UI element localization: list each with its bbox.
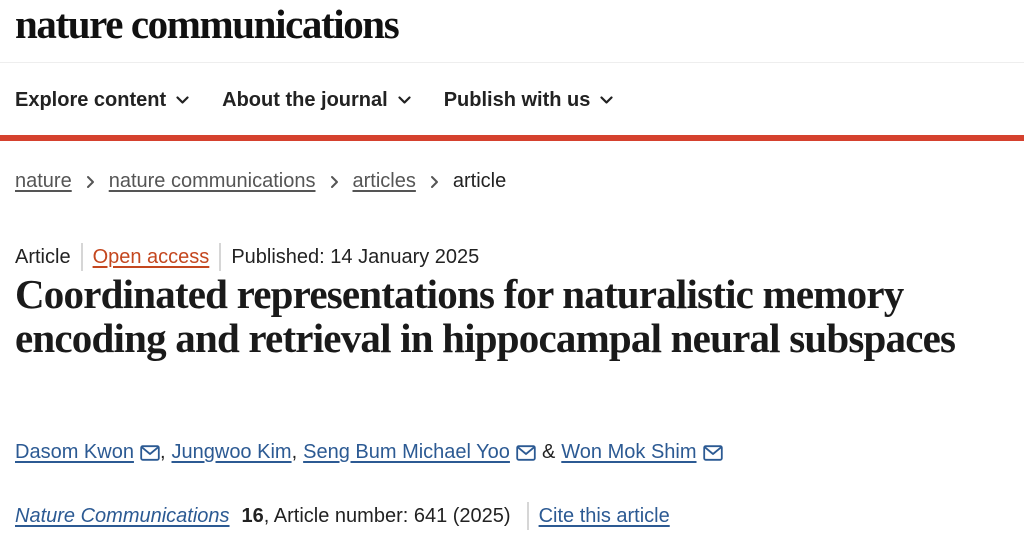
header-divider bbox=[0, 62, 1024, 63]
chevron-down-icon bbox=[176, 94, 189, 107]
breadcrumb: nature nature communications articles ar… bbox=[15, 170, 506, 193]
author-link[interactable]: Jungwoo Kim bbox=[172, 441, 292, 464]
masthead: nature communications bbox=[15, 2, 400, 46]
nav-about-the-journal[interactable]: About the journal bbox=[222, 89, 411, 112]
cite-this-article-link[interactable]: Cite this article bbox=[539, 505, 670, 528]
mail-icon[interactable] bbox=[516, 444, 536, 461]
nav-item-label: Publish with us bbox=[443, 88, 591, 111]
volume-number: 16 bbox=[241, 504, 264, 527]
meta-divider bbox=[80, 243, 83, 271]
chevron-down-icon bbox=[398, 94, 411, 107]
article-type: Article bbox=[15, 245, 71, 268]
mail-icon[interactable] bbox=[702, 444, 723, 461]
chevron-right-icon bbox=[430, 175, 439, 189]
nav-publish-with-us[interactable]: Publish with us bbox=[444, 89, 614, 112]
author-link[interactable]: Seng Bum Michael Yoo bbox=[303, 441, 510, 464]
article-title: Coordinated representations for naturali… bbox=[15, 271, 956, 361]
author-separator: , bbox=[159, 441, 166, 463]
nav-explore-content[interactable]: Explore content bbox=[15, 89, 189, 112]
chevron-down-icon bbox=[600, 94, 613, 107]
breadcrumb-nature[interactable]: nature bbox=[15, 170, 72, 193]
cite-divider bbox=[526, 502, 529, 530]
author-separator: , bbox=[291, 441, 298, 463]
chevron-right-icon bbox=[86, 175, 95, 189]
breadcrumb-nature-communications[interactable]: nature communications bbox=[109, 170, 316, 193]
chevron-right-icon bbox=[330, 175, 339, 189]
mail-icon[interactable] bbox=[140, 444, 160, 461]
article-meta: Article Open access Published: 14 Januar… bbox=[15, 243, 479, 271]
meta-divider bbox=[219, 243, 222, 271]
author-separator: & bbox=[541, 441, 556, 463]
nav-item-label: Explore content bbox=[15, 88, 167, 111]
author-link[interactable]: Dasom Kwon bbox=[15, 441, 134, 464]
journal-link[interactable]: Nature Communications bbox=[15, 505, 230, 528]
accent-bar bbox=[0, 135, 1024, 141]
author-list: Dasom Kwon , Jungwoo Kim , Seng Bum Mich… bbox=[15, 441, 723, 464]
author-link[interactable]: Won Mok Shim bbox=[561, 441, 696, 464]
nav-item-label: About the journal bbox=[222, 88, 388, 111]
citation-line: Nature Communications 16 , Article numbe… bbox=[15, 502, 670, 530]
breadcrumb-current: article bbox=[452, 170, 507, 192]
main-nav: Explore content About the journal Publis… bbox=[15, 86, 613, 114]
journal-logo[interactable]: nature communications bbox=[15, 2, 400, 46]
breadcrumb-articles[interactable]: articles bbox=[353, 170, 416, 193]
article-number: , Article number: 641 (2025) bbox=[263, 504, 511, 527]
open-access-link[interactable]: Open access bbox=[93, 246, 210, 269]
published-date: Published: 14 January 2025 bbox=[231, 245, 480, 268]
